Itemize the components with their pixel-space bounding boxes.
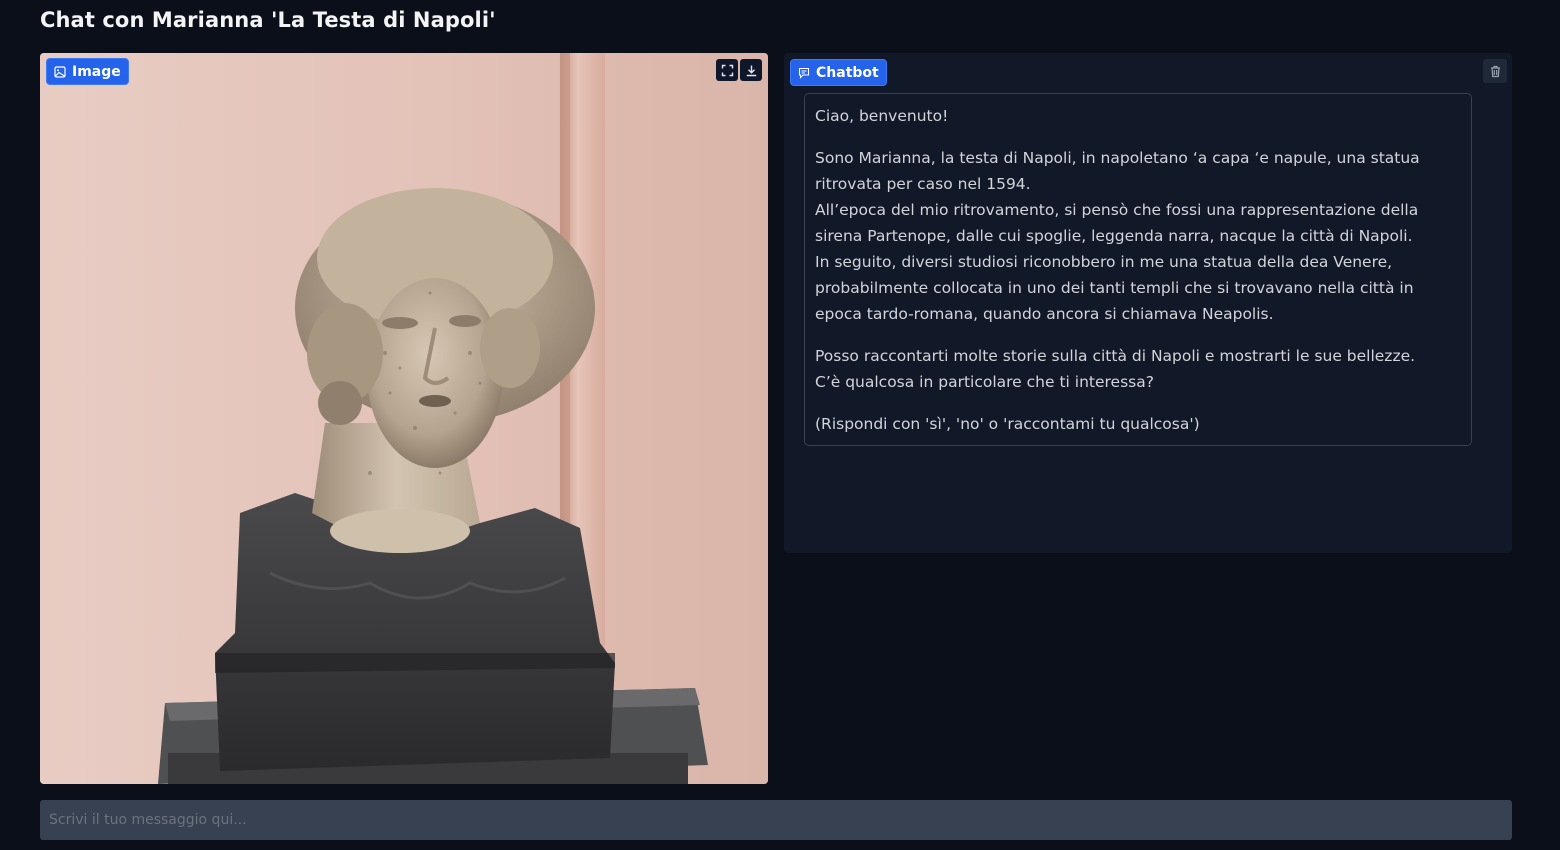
message-line: probabilmente collocata in uno dei tanti…	[815, 279, 1414, 297]
chatbot-panel: Chatbot Ciao, benvenuto! Sono Marianna, …	[784, 53, 1512, 553]
image-panel: Image	[40, 53, 768, 784]
message-paragraph: Sono Marianna, la testa di Napoli, in na…	[815, 145, 1461, 327]
message-paragraph: (Rispondi con 'sì', 'no' o 'raccontami t…	[815, 411, 1461, 437]
trash-icon	[1490, 65, 1500, 77]
fullscreen-icon	[721, 64, 733, 76]
image-icon	[54, 65, 66, 78]
message-line: (Rispondi con 'sì', 'no' o 'raccontami t…	[815, 415, 1200, 433]
chatbot-block-label: Chatbot	[790, 59, 887, 86]
message-line: epoca tardo-romana, quando ancora si chi…	[815, 305, 1274, 323]
message-paragraph: Posso raccontarti molte storie sulla cit…	[815, 343, 1461, 395]
message-line: ritrovata per caso nel 1594.	[815, 175, 1031, 193]
message-line: In seguito, diversi studiosi riconobbero…	[815, 253, 1393, 271]
download-button[interactable]	[740, 59, 762, 81]
statue-image	[40, 53, 768, 784]
message-paragraph: Ciao, benvenuto!	[815, 103, 1461, 129]
message-line: Ciao, benvenuto!	[815, 107, 949, 125]
clear-chat-button[interactable]	[1483, 59, 1507, 83]
message-line: Posso raccontarti molte storie sulla cit…	[815, 347, 1416, 365]
message-line: sirena Partenope, dalle cui spoglie, leg…	[815, 227, 1413, 245]
page-title: Chat con Marianna 'La Testa di Napoli'	[40, 8, 496, 32]
chatbot-block-label-text: Chatbot	[816, 64, 879, 81]
message-line: All’epoca del mio ritrovamento, si pensò…	[815, 201, 1419, 219]
image-block-label: Image	[46, 58, 129, 85]
download-icon	[746, 65, 756, 76]
message-line: C’è qualcosa in particolare che ti inter…	[815, 373, 1154, 391]
fullscreen-button[interactable]	[716, 59, 738, 81]
message-input[interactable]	[40, 800, 1512, 840]
chat-icon	[798, 67, 810, 79]
image-block-label-text: Image	[72, 63, 121, 80]
bot-message: Ciao, benvenuto! Sono Marianna, la testa…	[804, 93, 1472, 446]
message-line: Sono Marianna, la testa di Napoli, in na…	[815, 149, 1420, 167]
